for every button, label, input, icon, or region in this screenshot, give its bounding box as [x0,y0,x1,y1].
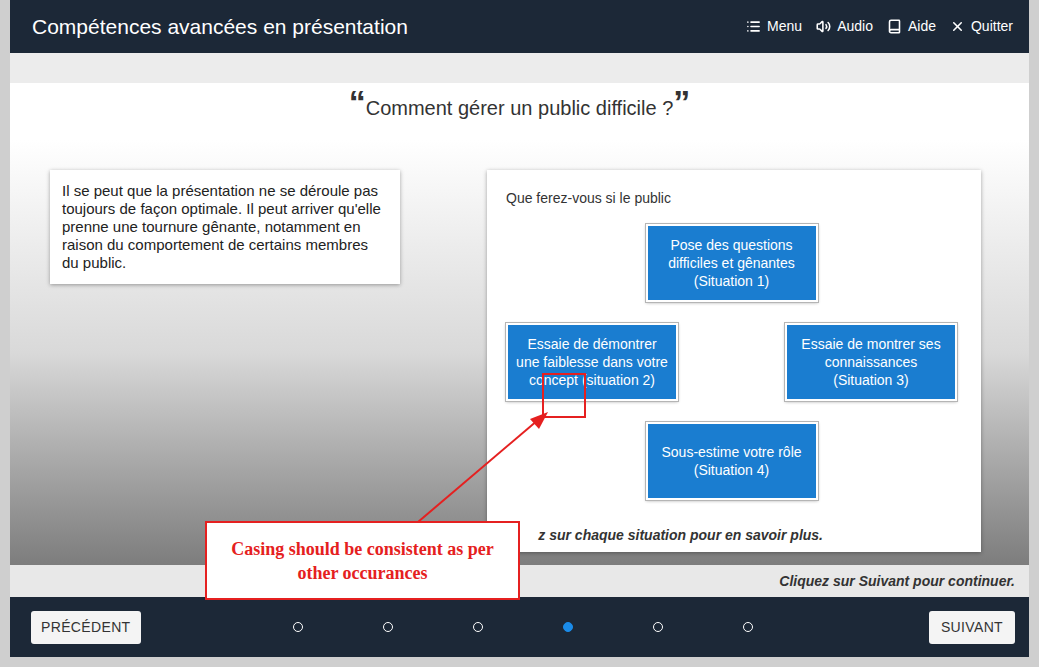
course-title: Compétences avancées en présentation [32,11,408,43]
situation-button[interactable]: Pose des questions difficiles et gênante… [646,224,818,302]
top-bar: Compétences avancées en présentation Menu… [10,0,1029,53]
situation-button[interactable]: Essaie de démontrer une faiblesse dans v… [506,323,678,401]
app-window: Compétences avancées en présentation Menu… [0,0,1039,667]
menu-icon [746,19,761,34]
bottom-frame [10,657,1029,667]
page-dot[interactable] [293,622,303,632]
quote-close: ” [673,87,690,117]
top-band [10,53,1029,83]
audio-icon [816,19,831,34]
help-icon [887,19,902,34]
panel-hint: z sur chaque situation pour en savoir pl… [538,525,823,546]
top-menu: Menu Audio Aide Quitter [746,16,1013,37]
slide-content: Il se peut que la présentation ne se dér… [10,170,1029,552]
slide-title: “Comment gérer un public difficile ?” [10,83,1029,140]
previous-button[interactable]: PRÉCÉDENT [31,611,141,644]
page-dot[interactable] [563,622,573,632]
quit-button[interactable]: Quitter [950,16,1013,37]
audio-button[interactable]: Audio [816,16,873,37]
panel-prompt: Que ferez-vous si le public [487,190,981,207]
quit-icon [950,19,965,34]
page-dot[interactable] [653,622,663,632]
situations-panel: Que ferez-vous si le public Pose des ques… [487,170,981,552]
page-dot[interactable] [743,622,753,632]
slide-stage: “Comment gérer un public difficile ?” Il … [10,83,1029,565]
next-button[interactable]: SUIVANT [929,611,1015,644]
page-dot[interactable] [383,622,393,632]
nav-bar: PRÉCÉDENT SUIVANT [10,597,1029,657]
quote-open: “ [349,87,366,117]
situation-button[interactable]: Sous-estime votre rôle (Situation 4) [646,422,818,500]
page-dots [293,622,753,632]
menu-button[interactable]: Menu [746,16,802,37]
page-dot[interactable] [473,622,483,632]
help-button[interactable]: Aide [887,16,936,37]
continue-hint: Cliquez sur Suivant pour continuer. [779,571,1015,592]
annotation-box: Casing should be consistent as per other… [205,521,520,600]
situation-button[interactable]: Essaie de montrer ses connaissances (Sit… [785,323,957,401]
intro-box: Il se peut que la présentation ne se dér… [50,170,400,284]
